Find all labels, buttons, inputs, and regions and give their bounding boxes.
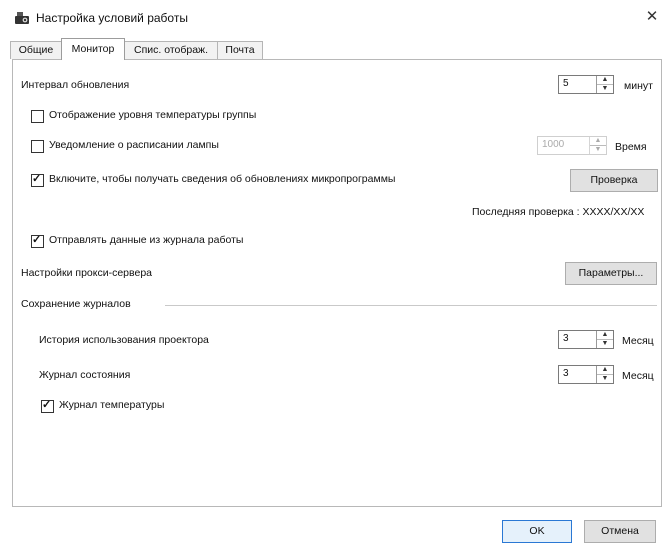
tab-display-list[interactable]: Спис. отображ. <box>124 41 218 59</box>
stepper-up-icon[interactable]: ▲ <box>597 366 613 375</box>
stepper-down-icon[interactable]: ▼ <box>597 375 613 383</box>
update-interval-stepper[interactable]: 5 ▲ ▼ <box>558 75 614 94</box>
usage-history-unit: Месяц <box>622 335 654 347</box>
firmware-updates-label: Включите, чтобы получать сведения об обн… <box>49 173 396 185</box>
lamp-schedule-value: 1000 <box>542 139 565 150</box>
title-bar: Настройка условий работы ✕ <box>0 0 669 34</box>
stepper-arrows: ▲ ▼ <box>596 76 613 93</box>
logs-group-title: Сохранение журналов <box>21 298 131 310</box>
usage-history-value: 3 <box>563 333 569 344</box>
usage-history-label: История использования проектора <box>39 334 209 346</box>
firmware-updates-checkbox[interactable] <box>31 172 44 187</box>
stepper-up-icon[interactable]: ▲ <box>590 137 606 146</box>
lamp-schedule-label: Уведомление о расписании лампы <box>49 139 219 151</box>
group-divider <box>165 305 657 306</box>
usage-history-stepper[interactable]: 3 ▲ ▼ <box>558 330 614 349</box>
tab-general[interactable]: Общие <box>10 41 62 59</box>
stepper-down-icon[interactable]: ▼ <box>590 146 606 154</box>
cancel-button[interactable]: Отмена <box>584 520 656 543</box>
ok-button[interactable]: OK <box>502 520 572 543</box>
stepper-up-icon[interactable]: ▲ <box>597 76 613 85</box>
stepper-arrows: ▲ ▼ <box>596 366 613 383</box>
proxy-settings-button[interactable]: Параметры... <box>565 262 657 285</box>
lamp-schedule-stepper[interactable]: 1000 ▲ ▼ <box>537 136 607 155</box>
status-log-label: Журнал состояния <box>39 369 131 381</box>
last-check-text: Последняя проверка : XXXX/XX/XX <box>472 206 645 218</box>
send-log-checkbox[interactable] <box>31 233 44 248</box>
stepper-arrows: ▲ ▼ <box>596 331 613 348</box>
proxy-label: Настройки прокси-сервера <box>21 267 152 279</box>
close-button[interactable]: ✕ <box>641 6 663 28</box>
status-log-unit: Месяц <box>622 370 654 382</box>
send-log-label: Отправлять данные из журнала работы <box>49 234 244 246</box>
stepper-up-icon[interactable]: ▲ <box>597 331 613 340</box>
tab-monitor[interactable]: Монитор <box>61 38 125 60</box>
group-temp-label: Отображение уровня температуры группы <box>49 109 257 121</box>
settings-dialog: Настройка условий работы ✕ Общие Монитор… <box>0 0 669 547</box>
stepper-arrows: ▲ ▼ <box>589 137 606 154</box>
update-interval-label: Интервал обновления <box>21 79 130 91</box>
temperature-log-label: Журнал температуры <box>59 399 165 411</box>
update-interval-value: 5 <box>563 78 569 89</box>
lamp-schedule-checkbox[interactable] <box>31 140 44 153</box>
lamp-schedule-unit: Время <box>615 141 647 153</box>
check-button[interactable]: Проверка <box>570 169 658 192</box>
monitor-panel: Интервал обновления 5 ▲ ▼ минут Отображе… <box>12 59 662 507</box>
projector-icon <box>14 11 30 25</box>
tab-mail[interactable]: Почта <box>217 41 263 59</box>
group-temp-checkbox[interactable] <box>31 110 44 123</box>
stepper-down-icon[interactable]: ▼ <box>597 85 613 93</box>
update-interval-unit: минут <box>624 80 653 92</box>
status-log-value: 3 <box>563 368 569 379</box>
stepper-down-icon[interactable]: ▼ <box>597 340 613 348</box>
temperature-log-checkbox[interactable] <box>41 398 54 413</box>
status-log-stepper[interactable]: 3 ▲ ▼ <box>558 365 614 384</box>
window-title: Настройка условий работы <box>36 11 188 25</box>
